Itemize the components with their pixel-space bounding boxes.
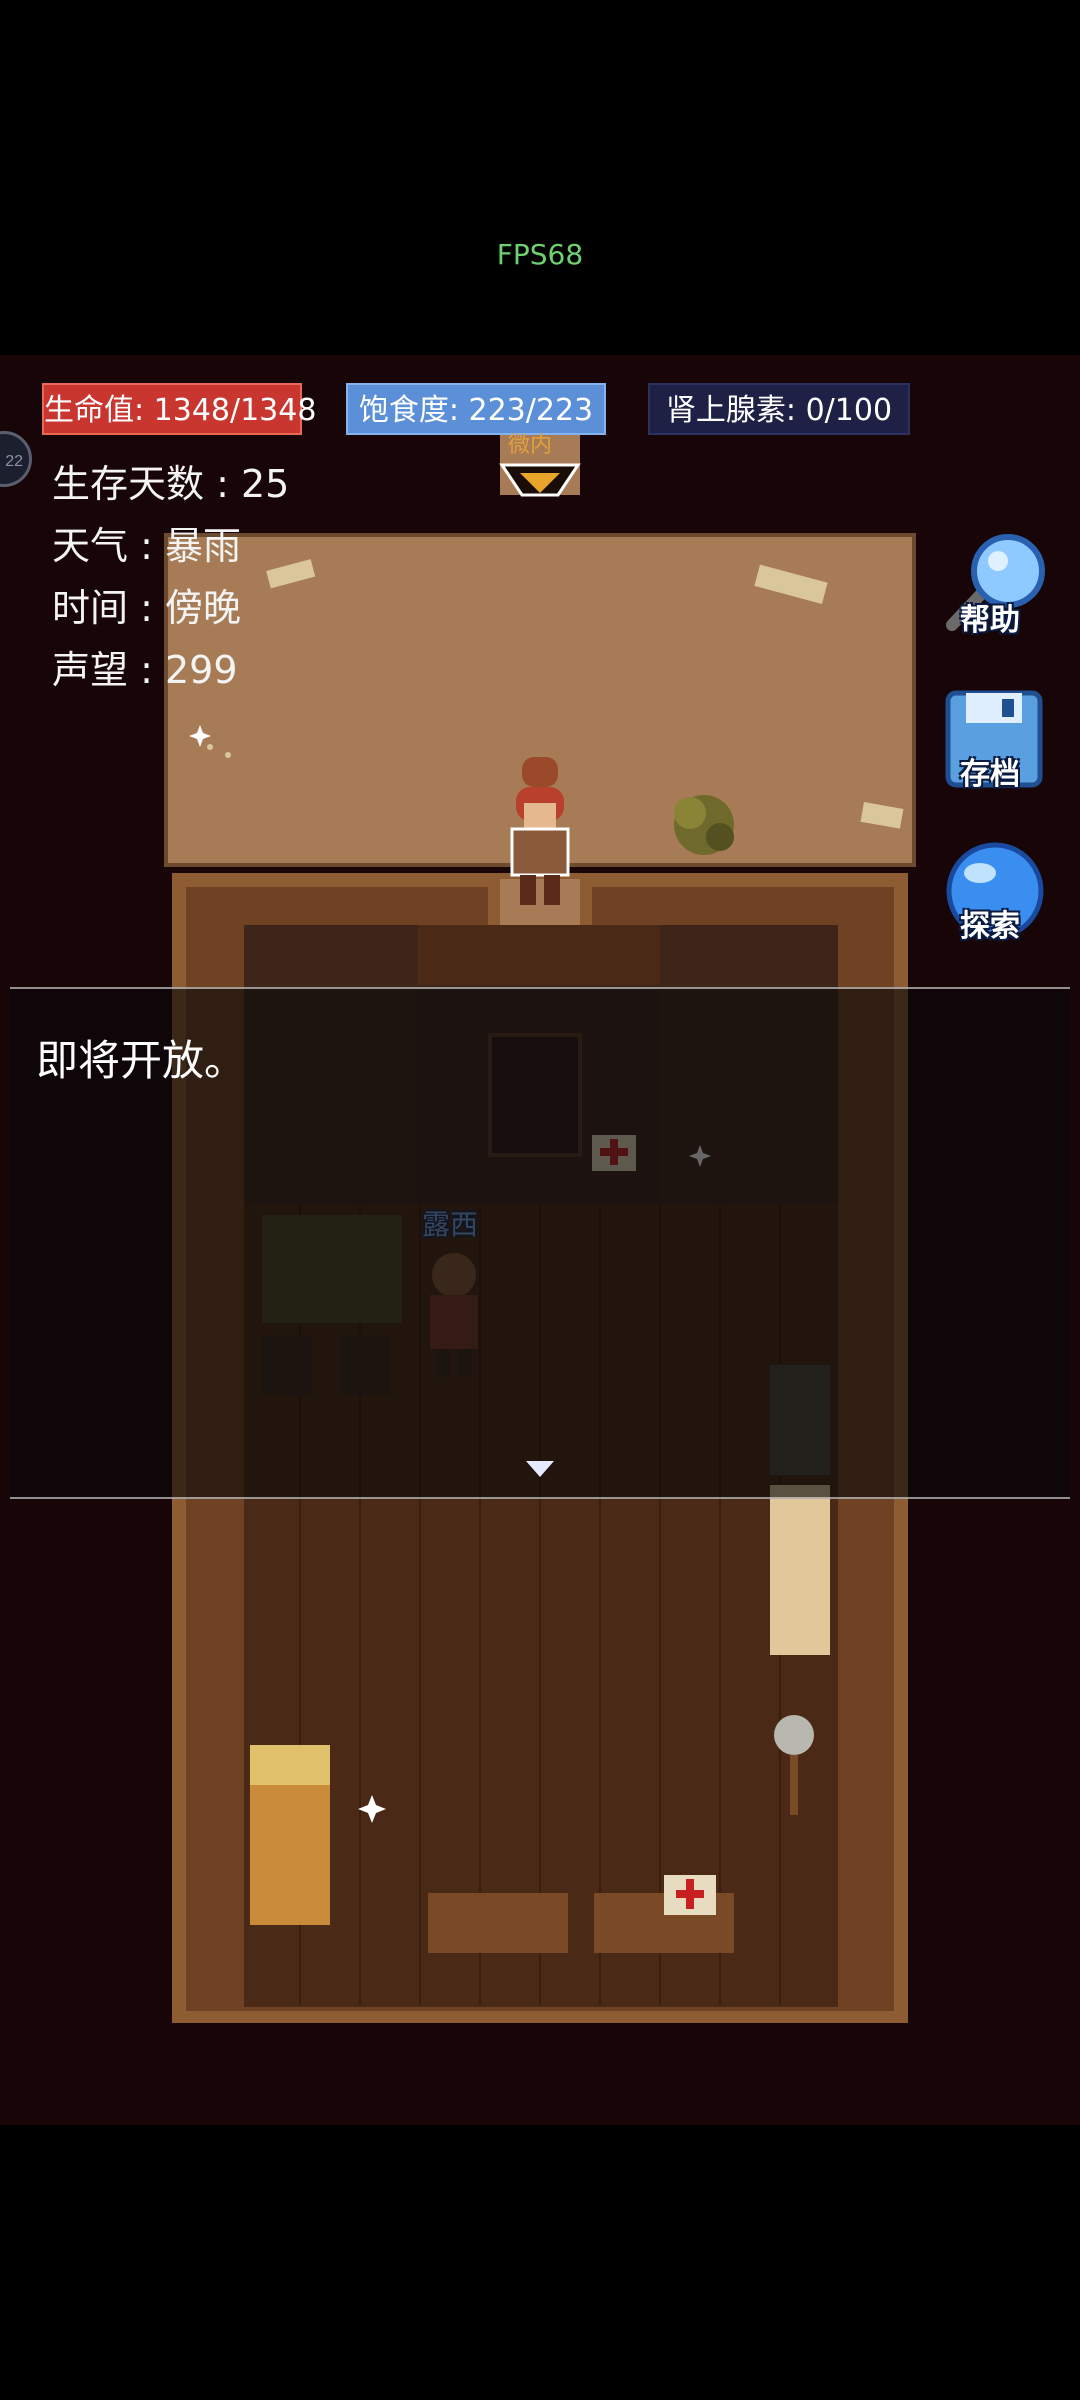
adrenaline-bar: 肾上腺素: 0/100 [648, 383, 910, 435]
weather: 天气 : 暴雨 [52, 524, 241, 568]
food-bar: 饱食度: 223/223 [346, 383, 606, 435]
reputation: 声望 : 299 [52, 648, 238, 692]
dialog-box[interactable]: 即将开放。 [10, 987, 1070, 1499]
game-viewport[interactable]: 生命值: 1348/1348 饱食度: 223/223 肾上腺素: 0/100 … [0, 355, 1080, 2125]
door-label: 微内 [508, 433, 553, 458]
save-button[interactable]: 存档 [940, 687, 1050, 797]
player-stats: 生存天数 : 25 天气 : 暴雨 时间 : 傍晚 声望 : 299 [52, 453, 289, 701]
hp-bar: 生命值: 1348/1348 [42, 383, 316, 435]
time-of-day: 时间 : 傍晚 [52, 586, 241, 630]
explore-label: 探索 [960, 909, 1020, 944]
help-button[interactable]: 帮助 [940, 533, 1050, 643]
survival-days: 生存天数 : 25 [52, 462, 290, 506]
fps-counter: FPS68 [496, 238, 584, 271]
dialog-text: 即将开放。 [36, 1036, 247, 1085]
explore-button[interactable]: 探索 [940, 839, 1050, 949]
save-label: 存档 [960, 757, 1020, 792]
help-label: 帮助 [960, 603, 1020, 638]
continue-arrow-icon [526, 1461, 554, 1477]
